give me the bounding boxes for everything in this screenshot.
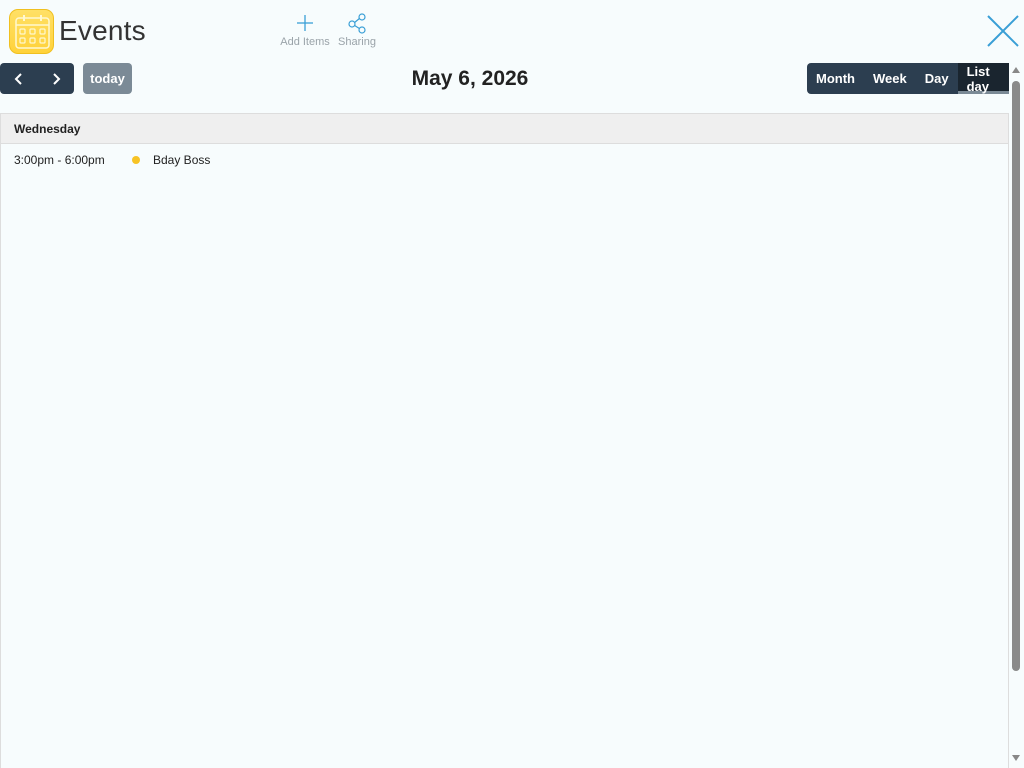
view-month-button[interactable]: Month (807, 63, 864, 94)
day-header: Wednesday (1, 114, 1008, 144)
event-title: Bday Boss (153, 153, 211, 167)
chevron-right-icon (52, 72, 60, 85)
date-title: May 6, 2026 (411, 67, 529, 90)
scroll-down-icon[interactable] (1012, 755, 1020, 761)
view-week-button[interactable]: Week (864, 63, 916, 94)
prev-next-group (0, 63, 74, 94)
close-button[interactable] (984, 12, 1022, 50)
app-header: Events Add Items Sharing (0, 0, 1024, 62)
event-row[interactable]: 3:00pm - 6:00pm Bday Boss (1, 144, 1008, 176)
chevron-left-icon (14, 72, 22, 85)
calendar-icon (9, 9, 54, 54)
share-icon (348, 13, 366, 34)
prev-button[interactable] (0, 63, 37, 94)
scroll-thumb[interactable] (1012, 81, 1020, 671)
view-day-button[interactable]: Day (916, 63, 958, 94)
next-button[interactable] (37, 63, 74, 94)
list-view: Wednesday 3:00pm - 6:00pm Bday Boss (0, 113, 1009, 768)
view-switcher: Month Week Day List day (807, 63, 1024, 94)
scroll-up-icon[interactable] (1012, 67, 1020, 73)
add-items-label: Add Items (280, 36, 330, 48)
plus-icon (297, 15, 313, 31)
add-items-button[interactable]: Add Items (278, 12, 332, 48)
vertical-scrollbar[interactable] (1009, 63, 1024, 768)
app-title: Events (59, 15, 146, 46)
sharing-button[interactable]: Sharing (334, 12, 380, 48)
sharing-label: Sharing (338, 36, 376, 48)
event-color-dot (132, 156, 140, 164)
event-time: 3:00pm - 6:00pm (14, 153, 105, 167)
close-icon (987, 15, 1019, 47)
today-button[interactable]: today (83, 63, 132, 94)
